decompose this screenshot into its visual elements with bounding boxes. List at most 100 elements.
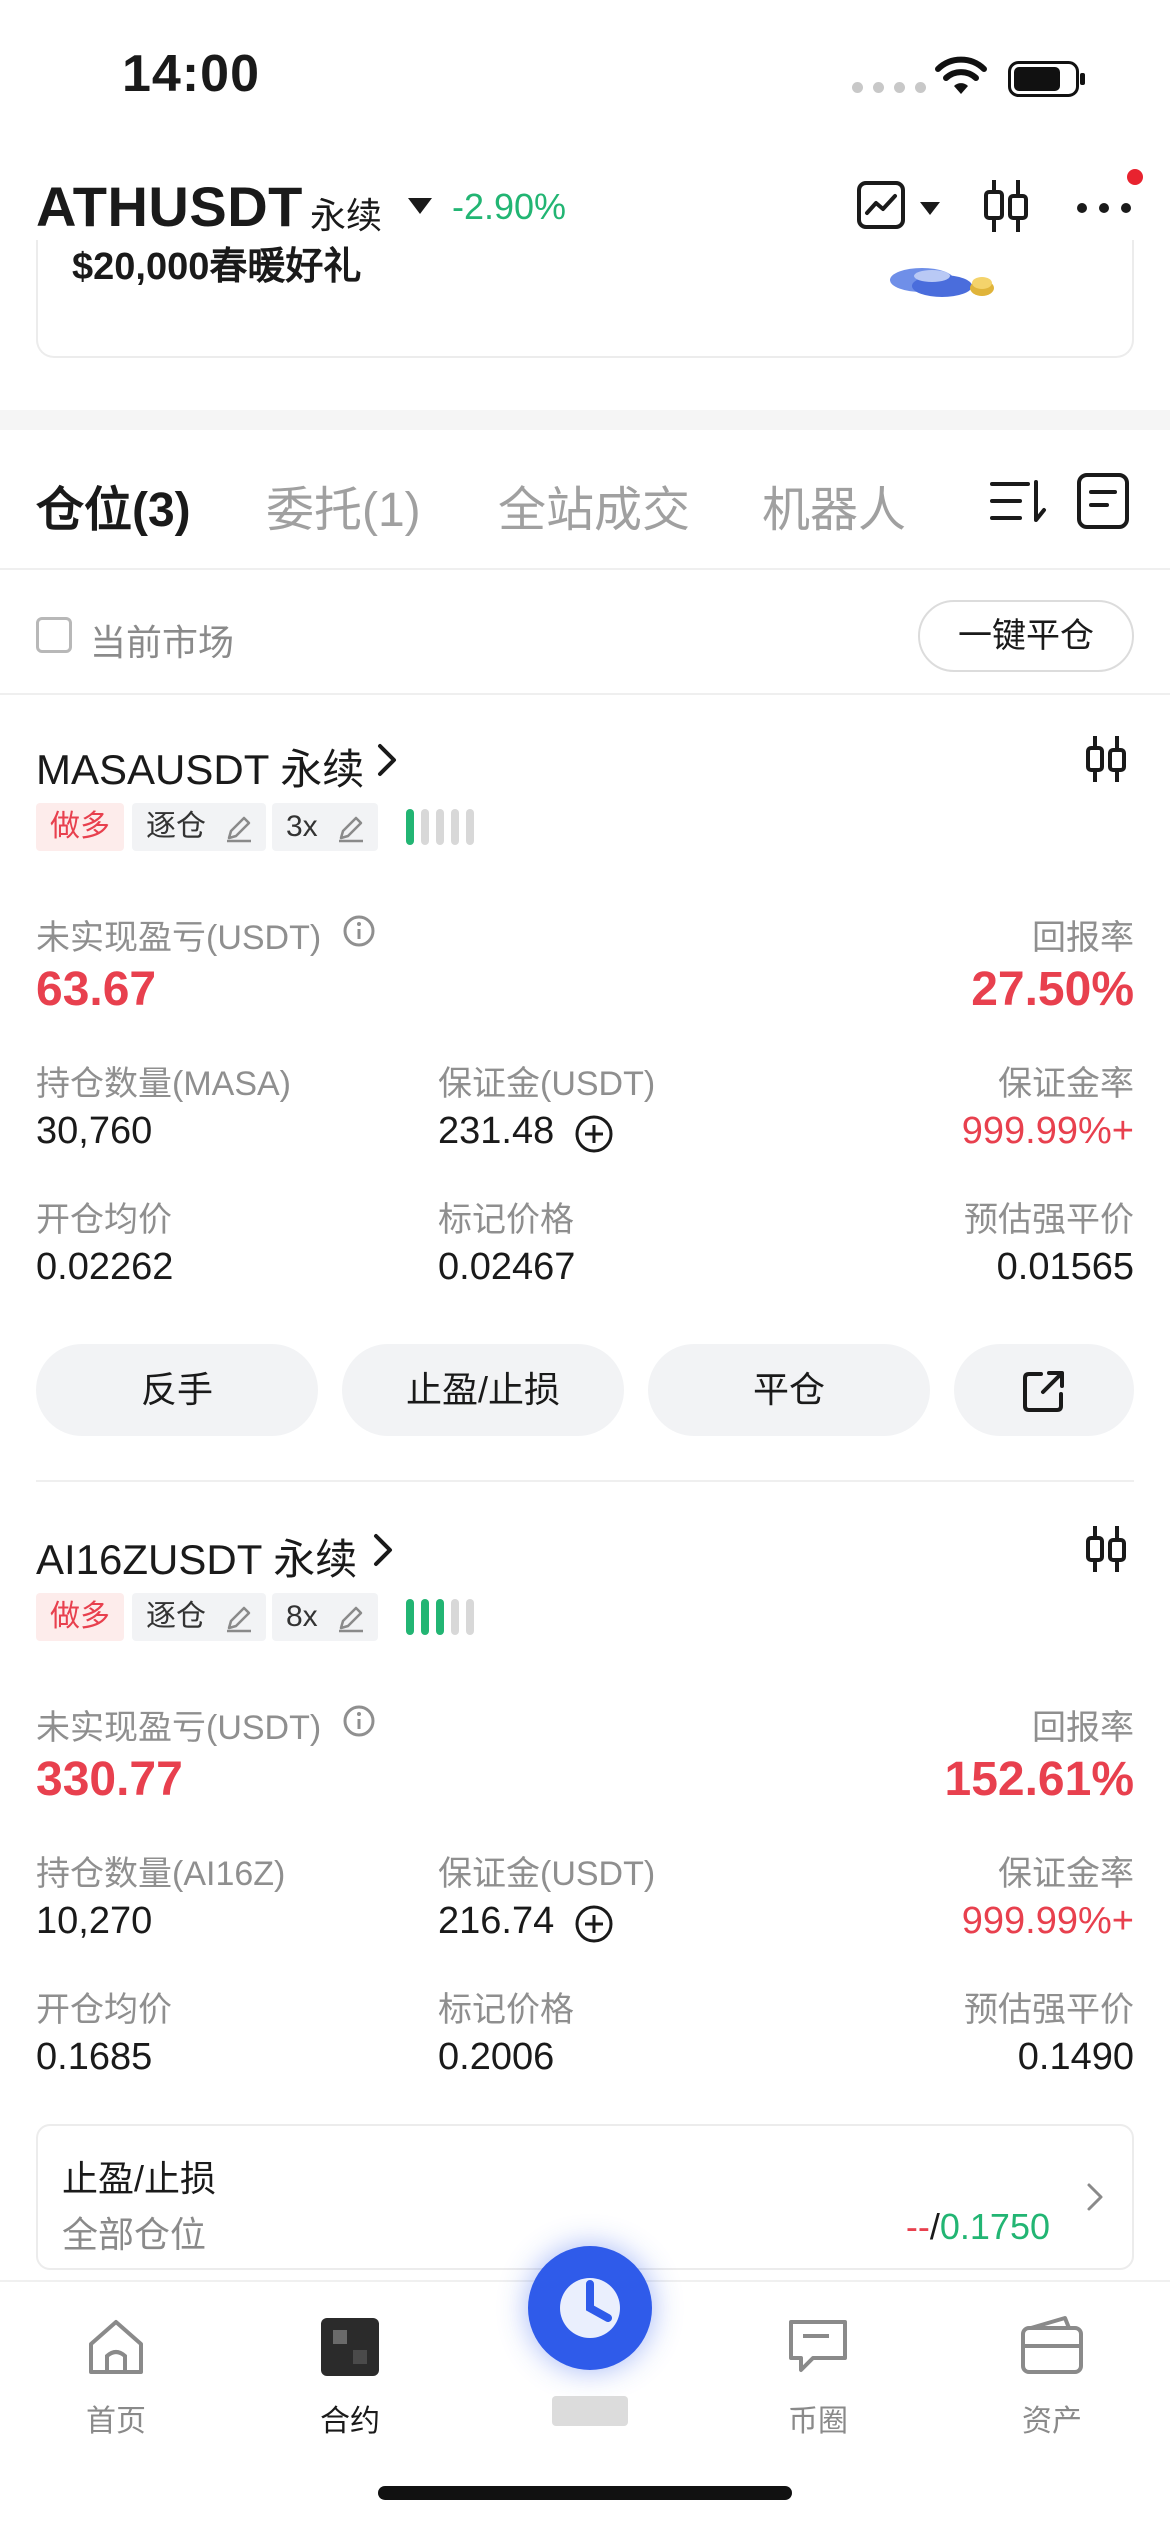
stop-loss-value: 0.1750: [939, 2206, 1050, 2247]
candlestick-icon[interactable]: [1084, 734, 1128, 784]
side-badge: 做多: [36, 1593, 124, 1641]
nav-contract-label: 合约: [320, 2405, 380, 2438]
bottom-nav: 首页 合约 币圈 资产: [0, 2246, 1170, 2532]
add-margin-icon[interactable]: [574, 1904, 614, 1944]
edit-icon[interactable]: [224, 1603, 254, 1633]
current-market-label: 当前市场: [90, 622, 235, 663]
leverage-label: 8x: [286, 1600, 318, 1633]
nav-contract[interactable]: 合约: [270, 2312, 430, 2440]
liq-price-value: 0.01565: [996, 1246, 1134, 1288]
tab-positions[interactable]: 仓位(3): [36, 470, 191, 540]
wallet-icon: [1021, 2316, 1083, 2374]
community-icon: [789, 2320, 847, 2372]
margin-mode-label: 逐仓: [146, 1600, 206, 1633]
entry-price-value: 0.1685: [36, 2036, 153, 2078]
position-title[interactable]: AI16ZUSDT 永续: [36, 1526, 357, 1587]
nav-home[interactable]: 首页: [36, 2312, 196, 2440]
add-margin-icon[interactable]: [574, 1114, 614, 1154]
close-all-button[interactable]: 一键平仓: [918, 600, 1134, 672]
chevron-down-icon[interactable]: [408, 198, 432, 214]
leverage-label: 3x: [286, 810, 318, 843]
share-button[interactable]: [954, 1344, 1134, 1436]
entry-price-label: 开仓均价: [36, 1991, 172, 2029]
margin-label: 保证金(USDT): [438, 1065, 656, 1103]
document-icon[interactable]: [1076, 472, 1130, 530]
nav-assets-label: 资产: [1022, 2405, 1082, 2438]
close-position-button[interactable]: 平仓: [648, 1344, 930, 1436]
section-gap: [0, 410, 1170, 430]
chart-dropdown-icon[interactable]: [920, 202, 940, 215]
status-time: 14:00: [122, 45, 260, 103]
leverage-badge[interactable]: 3x: [272, 803, 378, 851]
qty-label: 持仓数量(AI16Z): [36, 1855, 286, 1893]
margin-mode-label: 逐仓: [146, 810, 206, 843]
margin-ratio-value: 999.99%+: [961, 1900, 1134, 1942]
nav-community[interactable]: 币圈: [738, 2312, 898, 2440]
tab-orders[interactable]: 委托(1): [266, 470, 421, 540]
candlestick-icon[interactable]: [980, 178, 1032, 234]
contract-type[interactable]: 永续: [310, 187, 382, 239]
banner-text: $20,000春暖好礼: [72, 246, 362, 288]
edit-icon[interactable]: [336, 1603, 366, 1633]
wifi-icon: [935, 56, 987, 94]
margin-ratio-label: 保证金率: [998, 1065, 1134, 1103]
liq-price-label: 预估强平价: [964, 1991, 1134, 2029]
mark-price-label: 标记价格: [438, 1201, 574, 1239]
tpsl-scope: 全部仓位: [62, 2214, 207, 2255]
info-icon[interactable]: [342, 914, 376, 948]
roe-value: 27.50%: [971, 963, 1134, 1016]
entry-price-value: 0.02262: [36, 1246, 174, 1288]
tpsl-button[interactable]: 止盈/止损: [342, 1344, 624, 1436]
chevron-right-icon[interactable]: [376, 742, 398, 778]
info-icon[interactable]: [342, 1704, 376, 1738]
sort-icon[interactable]: [990, 476, 1048, 526]
market-header: ATHUSDT 永续 -2.90%: [0, 160, 1170, 250]
promo-banner[interactable]: $20,000春暖好礼: [36, 240, 1134, 358]
notification-dot: [1127, 169, 1143, 185]
unrealized-pnl-value: 330.77: [36, 1753, 183, 1806]
mark-price-value: 0.2006: [438, 2036, 555, 2078]
unrealized-pnl-label: 未实现盈亏(USDT): [36, 1709, 322, 1747]
qty-label: 持仓数量(MASA): [36, 1065, 291, 1103]
margin-ratio-label: 保证金率: [998, 1855, 1134, 1893]
margin-mode-badge[interactable]: 逐仓: [132, 803, 266, 851]
position-title[interactable]: MASAUSDT 永续: [36, 736, 364, 797]
home-icon: [89, 2320, 143, 2374]
tpsl-values: --/0.1750: [906, 2206, 1050, 2248]
nav-community-label: 币圈: [788, 2405, 848, 2438]
nav-home-label: 首页: [86, 2405, 146, 2438]
price-change: -2.90%: [452, 186, 567, 227]
chevron-right-icon[interactable]: [1086, 2182, 1104, 2212]
roe-value: 152.61%: [944, 1753, 1135, 1806]
qty-value: 30,760: [36, 1110, 153, 1152]
position-card: MASAUSDT 永续 做多 逐仓 3x 未实现盈亏(USDT) 回报率 63.…: [0, 700, 1170, 1480]
symbol-title[interactable]: ATHUSDT: [36, 174, 303, 239]
trade-center-icon[interactable]: [528, 2246, 652, 2370]
reverse-button[interactable]: 反手: [36, 1344, 318, 1436]
candlestick-icon[interactable]: [1084, 1524, 1128, 1574]
contract-icon: [321, 2318, 379, 2376]
risk-level-indicator: [406, 809, 474, 845]
side-badge: 做多: [36, 803, 124, 851]
status-bar: 14:00: [0, 0, 1170, 150]
mark-price-value: 0.02467: [438, 1246, 576, 1288]
margin-mode-badge[interactable]: 逐仓: [132, 1593, 266, 1641]
more-icon[interactable]: [1076, 202, 1132, 214]
edit-icon[interactable]: [336, 813, 366, 843]
current-market-checkbox[interactable]: [36, 617, 72, 653]
trend-chart-icon[interactable]: [856, 180, 906, 230]
qty-value: 10,270: [36, 1900, 153, 1942]
risk-level-indicator: [406, 1599, 474, 1635]
share-icon: [1023, 1371, 1064, 1412]
tab-bots[interactable]: 机器人: [762, 470, 906, 540]
filter-row: 当前市场 一键平仓: [0, 570, 1170, 695]
take-profit-value: --: [905, 2206, 930, 2247]
chevron-right-icon[interactable]: [372, 1532, 394, 1568]
position-card: AI16ZUSDT 永续 做多 逐仓 8x 未实现盈亏(USDT) 回报率 33…: [0, 1490, 1170, 2130]
unrealized-pnl-value: 63.67: [36, 963, 157, 1016]
edit-icon[interactable]: [224, 813, 254, 843]
margin-label: 保证金(USDT): [438, 1855, 656, 1893]
tab-trades[interactable]: 全站成交: [498, 470, 690, 540]
leverage-badge[interactable]: 8x: [272, 1593, 378, 1641]
nav-assets[interactable]: 资产: [972, 2312, 1132, 2440]
